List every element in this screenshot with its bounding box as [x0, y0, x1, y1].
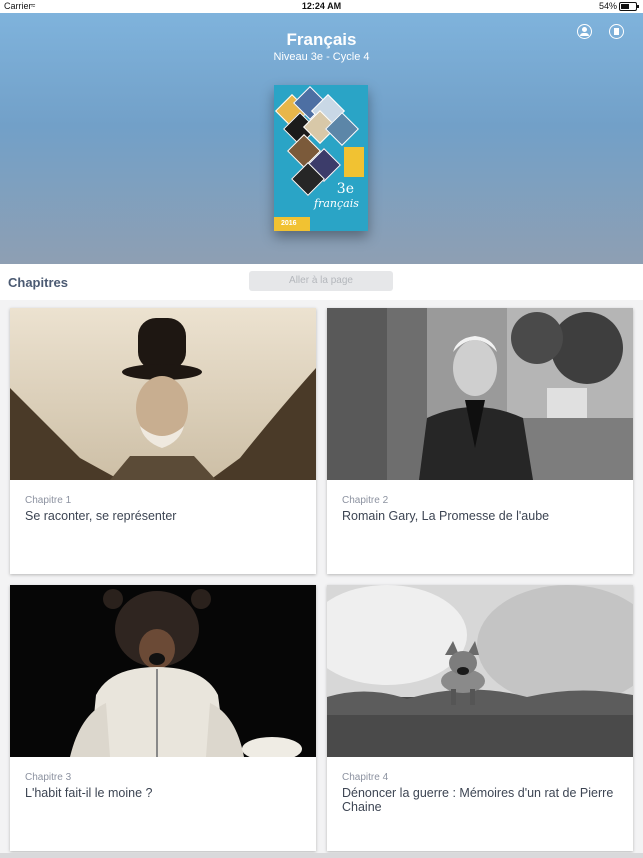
chapter-title: Dénoncer la guerre : Mémoires d'un rat d…: [342, 786, 614, 814]
chapter-image: [327, 308, 633, 480]
book-header: Français Niveau 3e - Cycle 4 3e français…: [0, 13, 643, 264]
cover-year: 2016: [281, 220, 297, 227]
chapter-image: [10, 585, 316, 757]
bookmark-icon[interactable]: [609, 24, 624, 39]
book-cover[interactable]: 3e français 2016: [274, 85, 368, 231]
section-heading: Chapitres: [8, 275, 68, 290]
chapter-number: Chapitre 4: [342, 772, 389, 783]
status-bar: Carrier ≈ 12:24 AM 54%: [0, 0, 643, 13]
chapter-card-4[interactable]: Chapitre 4 Dénoncer la guerre : Mémoires…: [327, 585, 633, 851]
chapter-card-3[interactable]: Chapitre 3 L'habit fait-il le moine ?: [10, 585, 316, 851]
chapters-bar: Chapitres Aller à la page: [0, 264, 643, 300]
cover-grade: 3e: [336, 181, 354, 197]
account-icon[interactable]: [577, 24, 592, 39]
goto-page-input[interactable]: Aller à la page: [249, 271, 393, 291]
bottom-divider: [0, 853, 643, 858]
battery-icon: [619, 2, 639, 11]
cover-band: [344, 147, 364, 177]
chapter-number: Chapitre 2: [342, 495, 389, 506]
chapter-title: L'habit fait-il le moine ?: [25, 786, 153, 800]
chapter-image: [10, 308, 316, 480]
chapter-image: [327, 585, 633, 757]
book-title: Français: [286, 30, 357, 49]
chapter-card-2[interactable]: Chapitre 2 Romain Gary, La Promesse de l…: [327, 308, 633, 574]
chapter-card-1[interactable]: Chapitre 1 Se raconter, se représenter: [10, 308, 316, 574]
chapter-number: Chapitre 3: [25, 772, 72, 783]
book-level: Niveau 3e - Cycle 4: [273, 51, 370, 63]
chapter-title: Se raconter, se représenter: [25, 509, 177, 523]
battery-percent: 54%: [598, 1, 617, 11]
cover-subject: français: [314, 197, 359, 210]
chapter-number: Chapitre 1: [25, 495, 72, 506]
clock: 12:24 AM: [301, 1, 342, 11]
chapter-title: Romain Gary, La Promesse de l'aube: [342, 509, 550, 523]
